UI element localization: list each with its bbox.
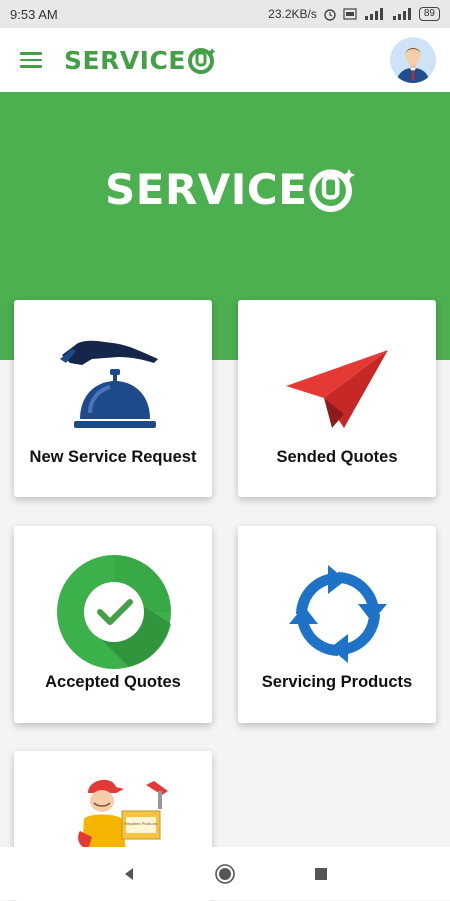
- card-new-service-request[interactable]: New Service Request: [14, 300, 212, 497]
- card-label: Servicing Products: [261, 673, 413, 691]
- home-button[interactable]: [213, 862, 237, 886]
- delivery-person-icon: Repaired Products: [78, 779, 168, 851]
- status-icons: 23.2KB/s 89: [268, 7, 440, 21]
- card-servicing-products[interactable]: Servicing Products: [238, 526, 436, 723]
- system-nav-bar: [0, 847, 450, 900]
- status-time: 9:53 AM: [10, 6, 58, 22]
- card-label: Accepted Quotes: [45, 673, 181, 691]
- signal-icon: [392, 8, 411, 20]
- vo-lte-icon: [343, 8, 357, 20]
- avatar[interactable]: [390, 37, 436, 83]
- check-circle-icon: [57, 555, 171, 669]
- battery-icon: 89: [418, 7, 440, 21]
- alarm-icon: [324, 9, 336, 21]
- service-bell-icon: [60, 340, 158, 428]
- back-button[interactable]: [117, 862, 141, 886]
- app-logo: SERVICE: [64, 45, 218, 75]
- app-logo-text: SERVICE: [64, 45, 186, 75]
- hero-logo-text: SERVICE: [105, 164, 308, 214]
- back-icon: [125, 867, 133, 880]
- menu-icon[interactable]: [20, 46, 48, 74]
- card-accepted-quotes[interactable]: Accepted Quotes: [14, 526, 212, 723]
- card-label: New Service Request: [29, 448, 197, 466]
- card-label: Sended Quotes: [276, 448, 398, 466]
- paper-plane-icon: [286, 350, 388, 428]
- recents-icon: [315, 867, 327, 880]
- avatar-icon: [390, 37, 436, 83]
- card-sended-quotes[interactable]: Sended Quotes: [238, 300, 436, 497]
- hero-logo: SERVICE: [105, 164, 359, 214]
- logo-device-icon: [187, 48, 216, 74]
- box-label-text: Repaired Products: [124, 821, 157, 826]
- network-speed: 23.2KB/s: [268, 7, 317, 21]
- home-icon: [215, 863, 235, 884]
- recents-button[interactable]: [309, 862, 333, 886]
- status-bar: 9:53 AM 23.2KB/s 89: [0, 0, 450, 28]
- app-bar: SERVICE: [0, 28, 450, 92]
- signal-icon: [364, 8, 383, 20]
- logo-device-icon: [309, 169, 356, 212]
- refresh-icon: [289, 565, 387, 663]
